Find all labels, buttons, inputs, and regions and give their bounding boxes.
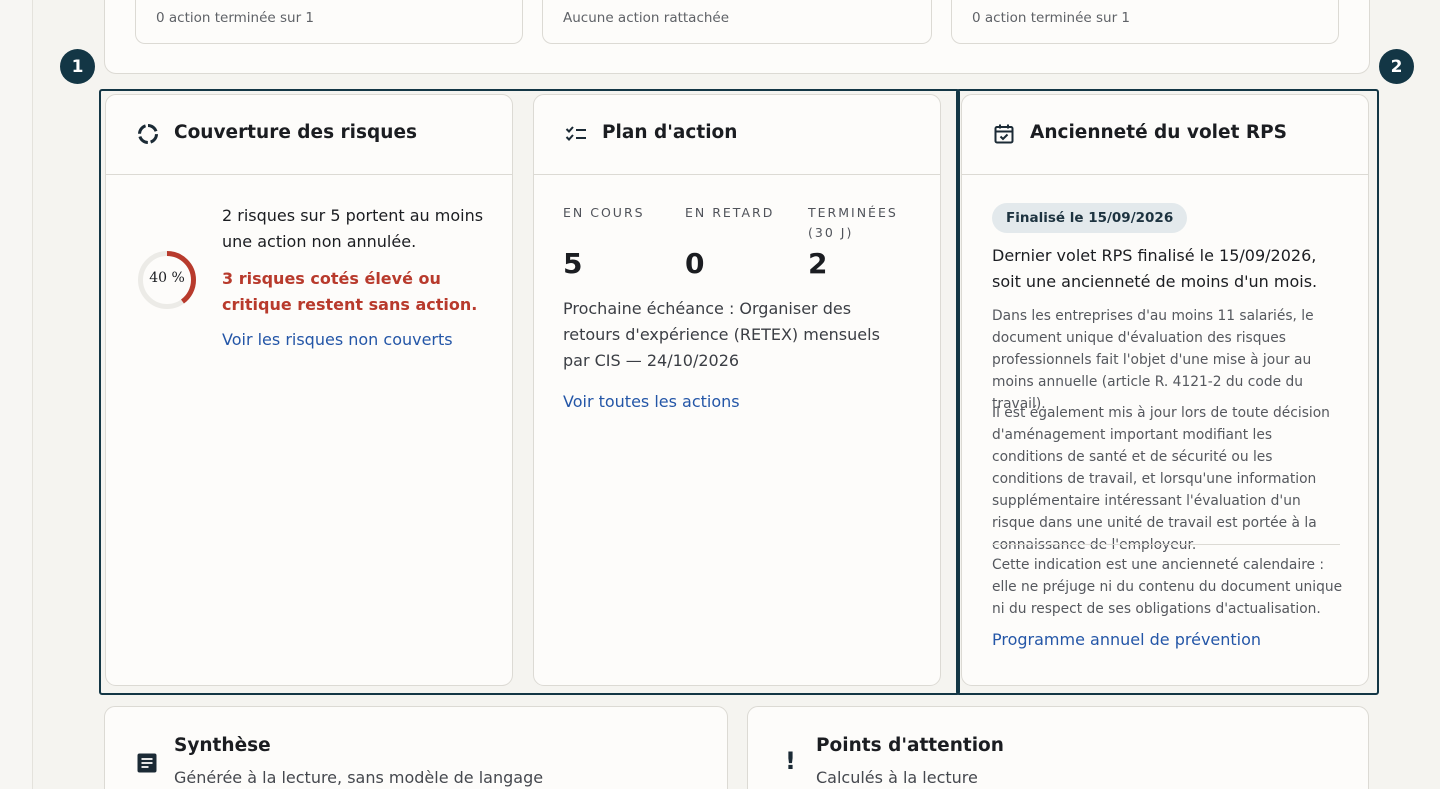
top-mini-card-2: Aucune action rattachée <box>542 0 932 44</box>
coverage-percent-label: 40 % <box>149 270 185 286</box>
stat-in-progress: EN COURS <box>563 203 673 223</box>
rps-card-header: Ancienneté du volet RPS <box>962 95 1368 175</box>
action-plan-card-header: Plan d'action <box>534 95 940 175</box>
all-actions-link[interactable]: Voir toutes les actions <box>563 392 740 411</box>
coverage-card-title: Couverture des risques <box>174 122 418 143</box>
synthesis-title: Synthèse <box>174 735 271 756</box>
uncovered-risks-link[interactable]: Voir les risques non couverts <box>222 330 453 349</box>
stat-label: TERMINÉES (30 J) <box>808 205 898 240</box>
coverage-warning: 3 risques cotés élevé ou critique resten… <box>222 269 478 314</box>
attention-subtitle: Calculés à la lecture <box>816 768 978 787</box>
top-mini-card-3: 0 action terminée sur 1 <box>951 0 1339 44</box>
stat-label: EN COURS <box>563 205 645 220</box>
rps-card: Ancienneté du volet RPS Finalisé le 15/0… <box>961 94 1369 686</box>
rps-paragraph-2: Il est également mis à jour lors de tout… <box>992 405 1330 553</box>
synthesis-subtitle: Générée à la lecture, sans modèle de lan… <box>174 768 544 787</box>
coverage-summary: 2 risques sur 5 portent au moins une act… <box>222 206 484 251</box>
synthesis-card: Synthèse Générée à la lecture, sans modè… <box>104 706 728 789</box>
action-plan-card-title: Plan d'action <box>602 122 738 143</box>
donut-chart-icon <box>138 124 158 144</box>
rps-note: Cette indication est une ancienneté cale… <box>992 557 1343 617</box>
action-plan-card: Plan d'action EN COURS EN RETARD TERMINÉ… <box>533 94 941 686</box>
stat-value: 5 <box>563 247 583 280</box>
attention-card: ! Points d'attention Calculés à la lectu… <box>747 706 1369 789</box>
stat-done: TERMINÉES (30 J) <box>808 203 918 243</box>
rps-paragraph-1: Dans les entreprises d'au moins 11 salar… <box>992 308 1314 412</box>
next-deadline: Prochaine échéance : Organiser des retou… <box>563 299 880 370</box>
annotation-badge-2: 2 <box>1379 49 1414 84</box>
rps-divider <box>992 544 1340 545</box>
left-rail <box>0 0 33 789</box>
exclamation-icon: ! <box>785 747 796 775</box>
prevention-program-link[interactable]: Programme annuel de prévention <box>992 630 1261 649</box>
top-mini-card-text: 0 action terminée sur 1 <box>156 10 315 26</box>
stat-label: EN RETARD <box>685 205 775 220</box>
document-icon <box>137 753 157 773</box>
coverage-card: Couverture des risques 40 % 2 risques su… <box>105 94 513 686</box>
stat-value: 2 <box>808 247 828 280</box>
rps-status-badge: Finalisé le 15/09/2026 <box>992 203 1188 233</box>
top-mini-card-text: 0 action terminée sur 1 <box>972 10 1131 26</box>
calendar-check-icon <box>994 124 1014 144</box>
stat-late: EN RETARD <box>685 203 795 223</box>
rps-headline: Dernier volet RPS finalisé le 15/09/2026… <box>992 246 1318 291</box>
top-mini-card-1: 0 action terminée sur 1 <box>135 0 523 44</box>
attention-title: Points d'attention <box>816 735 1004 756</box>
annotation-badge-1: 1 <box>60 49 95 84</box>
top-mini-card-text: Aucune action rattachée <box>563 10 730 26</box>
rps-card-title: Ancienneté du volet RPS <box>1030 122 1287 143</box>
coverage-card-header: Couverture des risques <box>106 95 512 175</box>
stat-value: 0 <box>685 247 705 280</box>
checklist-icon <box>565 126 586 141</box>
